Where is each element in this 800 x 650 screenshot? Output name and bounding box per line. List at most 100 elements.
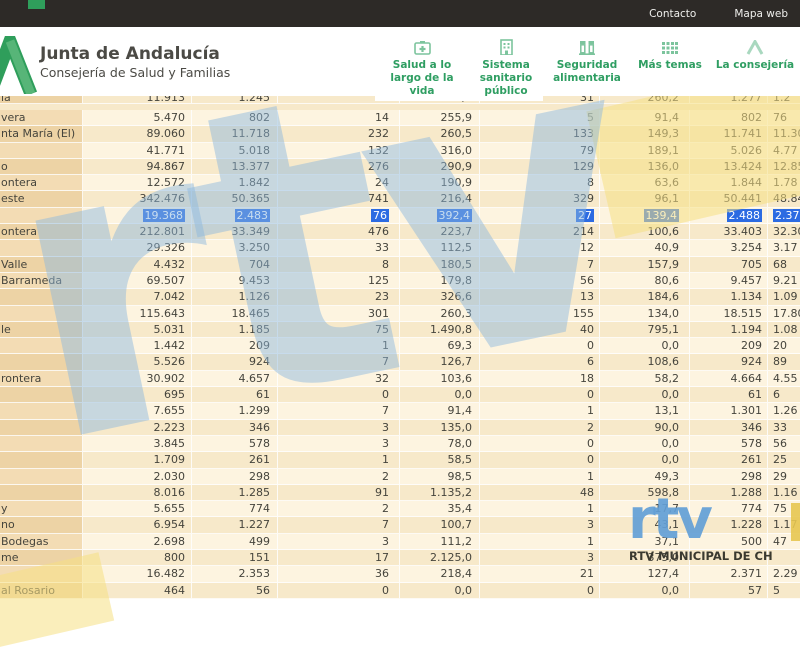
nav-item-sistema-sanitario-publico[interactable]: Sistema sanitario público xyxy=(469,37,543,101)
table-cell[interactable]: 11.30 xyxy=(768,126,800,143)
nav-item-seguridad-alimentaria[interactable]: Seguridad alimentaria xyxy=(543,37,631,88)
table-cell[interactable]: 3 xyxy=(480,517,600,534)
table-cell[interactable]: 1.285 xyxy=(192,484,278,502)
table-cell[interactable]: 50.441 xyxy=(690,191,768,208)
table-cell[interactable]: 89 xyxy=(768,354,800,371)
table-cell[interactable]: 2.125,0 xyxy=(400,550,480,567)
municipality-name-cell[interactable] xyxy=(0,387,83,404)
table-cell[interactable]: 184,6 xyxy=(600,289,690,306)
table-cell[interactable]: 261 xyxy=(192,452,278,469)
table-cell[interactable]: 18 xyxy=(480,370,600,388)
table-cell[interactable]: 50.365 xyxy=(192,191,278,208)
table-cell[interactable]: 1 xyxy=(480,501,600,518)
table-cell[interactable]: 0 xyxy=(480,338,600,355)
table-cell[interactable]: 1 xyxy=(480,468,600,485)
table-cell[interactable]: 56 xyxy=(480,272,600,290)
table-cell[interactable]: 795,1 xyxy=(600,321,690,339)
table-cell[interactable]: 94.867 xyxy=(83,158,192,176)
table-cell[interactable]: 132 xyxy=(278,142,400,159)
table-cell[interactable]: 139,4 xyxy=(600,207,690,225)
table-cell[interactable]: 79 xyxy=(480,142,600,159)
table-cell[interactable]: 209 xyxy=(192,338,278,355)
table-cell[interactable]: 18.515 xyxy=(690,305,768,322)
table-cell[interactable]: 58,2 xyxy=(600,370,690,388)
table-cell[interactable]: 12.85 xyxy=(768,159,800,176)
table-cell[interactable]: 1.09 xyxy=(768,289,800,306)
table-cell[interactable]: 43,1 xyxy=(600,517,690,534)
municipality-name-cell[interactable] xyxy=(0,452,83,469)
table-cell[interactable]: 5.655 xyxy=(83,501,192,518)
table-cell[interactable]: 1.245 xyxy=(192,96,278,104)
contact-link[interactable]: Contacto xyxy=(649,8,696,20)
table-cell[interactable]: 36 xyxy=(278,566,400,583)
table-cell[interactable]: 13.377 xyxy=(192,158,278,176)
table-cell[interactable]: 464 xyxy=(83,582,192,599)
table-cell[interactable]: 260,3 xyxy=(400,305,480,322)
table-cell[interactable]: 6.954 xyxy=(83,517,192,534)
table-cell[interactable]: 326,6 xyxy=(400,289,480,306)
table-cell[interactable]: 40 xyxy=(480,321,600,339)
table-cell[interactable]: 500 xyxy=(690,533,768,551)
table-cell[interactable]: 0 xyxy=(278,387,400,404)
table-cell[interactable]: 63,6 xyxy=(600,175,690,192)
table-cell[interactable]: 33 xyxy=(278,240,400,257)
table-cell[interactable]: 0,0 xyxy=(600,435,690,453)
table-cell[interactable]: 5.018 xyxy=(192,142,278,159)
municipality-name-cell[interactable]: y xyxy=(0,501,83,518)
municipality-name-cell[interactable]: vera xyxy=(0,110,83,127)
table-cell[interactable]: 298 xyxy=(690,468,768,485)
table-cell[interactable]: 56 xyxy=(768,436,800,453)
table-cell[interactable]: 33.403 xyxy=(690,224,768,241)
table-cell[interactable]: 136,0 xyxy=(600,158,690,176)
table-cell[interactable]: 27 xyxy=(480,207,600,225)
table-cell[interactable]: 3.17 xyxy=(768,240,800,257)
table-cell[interactable]: 2.371 xyxy=(690,566,768,583)
table-cell[interactable]: 2 xyxy=(480,419,600,436)
table-cell[interactable]: 7 xyxy=(278,354,400,371)
table-cell[interactable]: 3 xyxy=(278,533,400,551)
table-cell[interactable]: 180,5 xyxy=(400,256,480,273)
table-cell[interactable]: 41.771 xyxy=(83,142,192,159)
table-cell[interactable]: 223,7 xyxy=(400,224,480,241)
table-cell[interactable]: 9.21 xyxy=(768,273,800,290)
table-cell[interactable]: 329 xyxy=(480,191,600,208)
table-cell[interactable]: 2 xyxy=(278,468,400,485)
table-cell[interactable]: 149,3 xyxy=(600,126,690,143)
table-cell[interactable]: 25 xyxy=(768,452,800,469)
table-cell[interactable]: 80,6 xyxy=(600,272,690,290)
table-cell[interactable]: 741 xyxy=(278,191,400,208)
table-cell[interactable]: 218,4 xyxy=(400,566,480,583)
table-cell[interactable]: 90,0 xyxy=(600,419,690,436)
table-cell[interactable]: 126,7 xyxy=(400,354,480,371)
table-cell[interactable]: 11.718 xyxy=(192,126,278,143)
table-cell[interactable]: 5.031 xyxy=(83,321,192,339)
table-cell[interactable]: 3 xyxy=(278,435,400,453)
table-cell[interactable]: 1.709 xyxy=(83,452,192,469)
municipality-name-cell[interactable]: Bodegas xyxy=(0,533,83,551)
table-cell[interactable]: 0,0 xyxy=(400,387,480,404)
table-cell[interactable]: 134,0 xyxy=(600,305,690,322)
table-cell[interactable]: 91,4 xyxy=(600,110,690,127)
table-cell[interactable]: 40,9 xyxy=(600,240,690,257)
table-cell[interactable]: 48 xyxy=(480,484,600,502)
table-cell[interactable]: 1.134 xyxy=(690,289,768,306)
table-cell[interactable]: 9.457 xyxy=(690,272,768,290)
table-cell[interactable]: 1 xyxy=(278,452,400,469)
municipality-name-cell[interactable] xyxy=(0,566,83,583)
table-cell[interactable]: 89.060 xyxy=(83,126,192,143)
table-cell[interactable]: 179,8 xyxy=(400,272,480,290)
table-cell[interactable]: 260,5 xyxy=(400,126,480,143)
municipality-name-cell[interactable] xyxy=(0,142,83,159)
table-cell[interactable]: 6 xyxy=(768,387,800,404)
municipality-name-cell[interactable] xyxy=(0,468,83,485)
table-cell[interactable]: 127,4 xyxy=(600,566,690,583)
table-cell[interactable]: 19.368 xyxy=(83,207,192,225)
table-cell[interactable]: 3.254 xyxy=(690,240,768,257)
table-cell[interactable]: 13,1 xyxy=(600,403,690,420)
table-cell[interactable]: 125 xyxy=(278,272,400,290)
table-cell[interactable]: 189,1 xyxy=(600,142,690,159)
table-cell[interactable]: 578 xyxy=(690,435,768,453)
municipality-name-cell[interactable]: le xyxy=(0,321,83,339)
table-cell[interactable]: 3.845 xyxy=(83,435,192,453)
table-cell[interactable]: 1 xyxy=(278,338,400,355)
